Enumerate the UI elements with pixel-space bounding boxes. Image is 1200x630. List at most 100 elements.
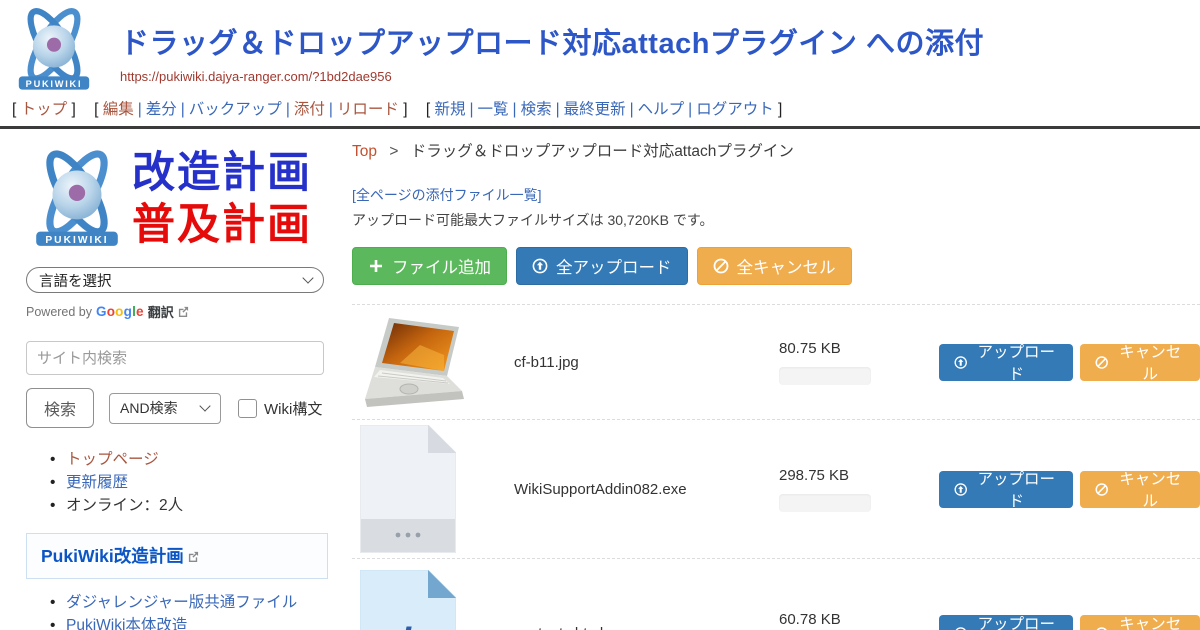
separator: |	[329, 101, 333, 118]
search-button[interactable]: 検索	[26, 388, 94, 428]
sidebar-panel-title-link[interactable]: PukiWiki改造計画	[41, 546, 184, 566]
file-size: 80.75 KB	[779, 340, 925, 357]
breadcrumb-home-link[interactable]: Top	[352, 143, 377, 160]
sidebar: PUKIWIKI 改造計画 普及計画 言語を選択 Powered by Goog…	[0, 129, 346, 630]
list-item: PukiWiki本体改造	[50, 614, 346, 630]
file-name: WikiSupportAddin082.exe	[514, 481, 779, 498]
upload-file-list: cf-b11.jpg 80.75 KB アップロード キャンセル	[352, 304, 1200, 630]
main-content: Top > ドラッグ＆ドロップアップロード対応attachプラグイン [全ページ…	[346, 129, 1200, 630]
upload-button[interactable]: アップロード	[939, 615, 1073, 630]
nav-item-diff[interactable]: 差分	[146, 101, 177, 118]
cancel-all-label: 全キャンセル	[737, 254, 836, 278]
cancel-all-button[interactable]: 全キャンセル	[697, 247, 852, 285]
circle-arrow-up-icon	[954, 482, 967, 497]
sidebar-item-recent-changes[interactable]: 更新履歴	[66, 474, 128, 491]
sidebar-bottom-links: ダジャレンジャー版共通ファイル PukiWiki本体改造 PukiWikiテキス…	[26, 591, 346, 630]
nav-item-search[interactable]: 検索	[521, 101, 552, 118]
pukiwiki-atom-logo[interactable]: PUKIWIKI	[10, 6, 98, 94]
plus-icon	[368, 258, 384, 274]
cancel-label: キャンセル	[1115, 467, 1185, 511]
ban-icon	[713, 258, 729, 274]
circle-arrow-up-icon	[532, 258, 548, 274]
language-select[interactable]: 言語を選択	[26, 267, 324, 293]
logo-wordmark: PUKIWIKI	[45, 235, 108, 246]
breadcrumb: Top > ドラッグ＆ドロップアップロード対応attachプラグイン	[352, 139, 1200, 161]
content-layout: PUKIWIKI 改造計画 普及計画 言語を選択 Powered by Goog…	[0, 129, 1200, 630]
list-item: 更新履歴	[50, 471, 346, 494]
upload-label: アップロード	[974, 612, 1058, 630]
upload-all-button[interactable]: 全アップロード	[516, 247, 688, 285]
list-item: オンライン：2人	[50, 494, 346, 517]
nav-item-logout[interactable]: ログアウト	[696, 101, 774, 118]
page-title: ドラッグ＆ドロップアップロード対応attachプラグイン への添付	[120, 20, 984, 62]
cancel-button[interactable]: キャンセル	[1080, 344, 1200, 381]
file-row: </> contents.html 60.78 KB アップロード キャンセル	[352, 558, 1200, 630]
nav-item-recent[interactable]: 最終更新	[564, 101, 626, 118]
breadcrumb-separator: >	[389, 143, 398, 160]
ban-icon	[1095, 626, 1108, 630]
sidebar-item-common-files[interactable]: ダジャレンジャー版共通ファイル	[66, 594, 297, 611]
nav-item-reload[interactable]: リロード	[337, 101, 399, 118]
add-files-label: ファイル追加	[392, 254, 491, 278]
nav-item-top[interactable]: トップ	[21, 101, 68, 118]
nav-item-new[interactable]: 新規	[434, 101, 465, 118]
translate-link[interactable]: 翻訳	[148, 302, 174, 321]
google-logo: Google	[96, 304, 144, 319]
bracket: [	[94, 101, 98, 118]
separator: |	[469, 101, 473, 118]
nav-group-top: [ トップ ]	[12, 101, 76, 118]
file-actions: アップロード キャンセル	[939, 615, 1200, 630]
separator: |	[138, 101, 142, 118]
wiki-syntax-label: Wiki構文	[264, 398, 322, 419]
external-link-icon	[178, 306, 189, 317]
upload-button[interactable]: アップロード	[939, 471, 1073, 508]
sidebar-banner[interactable]: PUKIWIKI 改造計画 普及計画	[26, 145, 346, 253]
list-item: ダジャレンジャー版共通ファイル	[50, 591, 346, 614]
file-actions: アップロード キャンセル	[939, 471, 1200, 508]
nav-item-help[interactable]: ヘルプ	[638, 101, 685, 118]
bracket: [	[426, 101, 430, 118]
upload-label: アップロード	[974, 467, 1058, 511]
circle-arrow-up-icon	[954, 626, 967, 630]
language-select-value: 言語を選択	[39, 270, 112, 291]
ban-icon	[1095, 482, 1108, 497]
upload-all-label: 全アップロード	[556, 254, 672, 278]
cancel-button[interactable]: キャンセル	[1080, 471, 1200, 508]
sidebar-panel: PukiWiki改造計画	[26, 533, 328, 579]
breadcrumb-current: ドラッグ＆ドロップアップロード対応attachプラグイン	[411, 143, 794, 160]
top-navbar: [ トップ ] [ 編集|差分|バックアップ|添付|リロード ] [ 新規|一覧…	[0, 94, 1200, 126]
search-mode-select[interactable]: AND検索	[109, 393, 221, 424]
nav-group-site: [ 新規|一覧|検索|最終更新|ヘルプ|ログアウト ]	[426, 101, 783, 118]
sidebar-top-links: トップページ 更新履歴 オンライン：2人	[26, 448, 346, 517]
page-url[interactable]: https://pukiwiki.dajya-ranger.com/?1bd2d…	[120, 69, 984, 84]
sidebar-item-top-page[interactable]: トップページ	[66, 451, 159, 468]
cancel-label: キャンセル	[1115, 612, 1185, 630]
all-attachments-link[interactable]: [全ページの添付ファイル一覧]	[352, 185, 542, 205]
nav-item-edit[interactable]: 編集	[103, 101, 134, 118]
laptop-photo-thumbnail	[360, 315, 486, 409]
separator: |	[513, 101, 517, 118]
circle-arrow-up-icon	[954, 355, 967, 370]
sidebar-online-count: オンライン：2人	[66, 497, 183, 514]
nav-item-list[interactable]: 一覧	[478, 101, 509, 118]
file-thumbnail-cell	[352, 315, 514, 409]
file-actions: アップロード キャンセル	[939, 344, 1200, 381]
nav-item-attach[interactable]: 添付	[294, 101, 325, 118]
file-thumbnail-cell: </>	[352, 570, 514, 630]
progress-bar	[779, 367, 871, 385]
bracket: ]	[71, 101, 75, 118]
generic-file-icon	[360, 425, 456, 553]
nav-item-backup[interactable]: バックアップ	[189, 101, 282, 118]
header-text-block: ドラッグ＆ドロップアップロード対応attachプラグイン への添付 https:…	[120, 6, 984, 84]
search-controls: 検索 AND検索 Wiki構文	[26, 388, 346, 428]
powered-by-label: Powered by	[26, 305, 92, 319]
add-files-button[interactable]: ファイル追加	[352, 247, 507, 285]
cancel-button[interactable]: キャンセル	[1080, 615, 1200, 630]
banner-line-kaizo: 改造計画	[132, 147, 312, 199]
site-search-input[interactable]	[26, 341, 324, 375]
google-translate-attribution: Powered by Google 翻訳	[26, 302, 346, 321]
wiki-syntax-checkbox[interactable]	[238, 399, 257, 418]
banner-line-fukyu: 普及計画	[132, 199, 312, 251]
sidebar-item-core-mod[interactable]: PukiWiki本体改造	[66, 617, 187, 630]
upload-button[interactable]: アップロード	[939, 344, 1073, 381]
